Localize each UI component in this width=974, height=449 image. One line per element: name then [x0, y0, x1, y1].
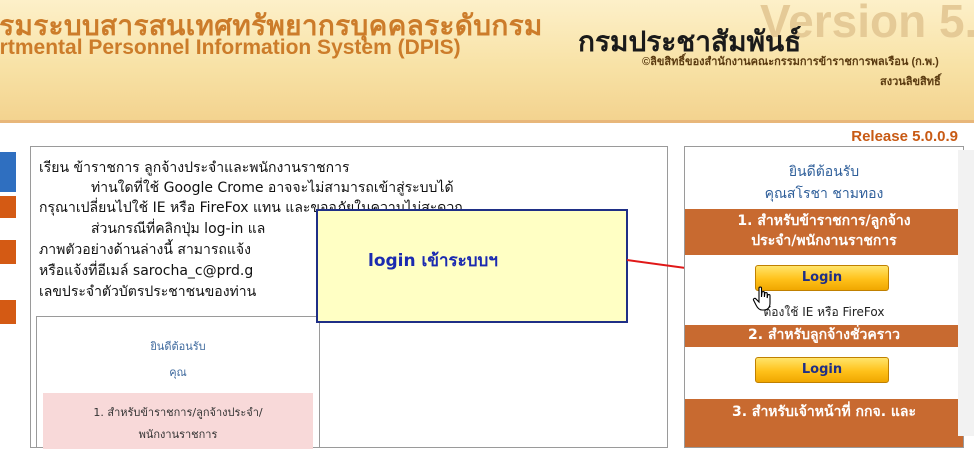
section-header-temporary-employee: 2. สำหรับลูกจ้างชั่วคราว: [685, 325, 963, 347]
notice-line: ท่านใดที่ใช้ Google Crome อาจจะไม่สามารถ…: [91, 180, 454, 196]
notice-line: ส่วนกรณีที่คลิกปุ่ม log-in แล: [91, 221, 266, 237]
login-button-temporary-employee[interactable]: Login: [755, 357, 889, 383]
left-nav-tab[interactable]: [0, 196, 16, 218]
login-panel: ยินดีต้อนรับ คุณสโรชา ชามทอง 1. สำหรับข้…: [684, 146, 964, 448]
mini-welcome: ยินดีต้อนรับ: [150, 340, 206, 353]
vertical-scrollbar[interactable]: [958, 150, 974, 436]
login-button-civil-servant[interactable]: Login: [755, 265, 889, 291]
notice-line: เลขประจำตัวบัตรประชาชนของท่าน: [39, 284, 257, 300]
system-title-english: artmental Personnel Information System (…: [0, 36, 461, 59]
notice-line: หรือแจ้งที่อีเมล์ sarocha_c@prd.g: [39, 263, 254, 279]
notice-line: ภาพตัวอย่างด้านล่างนี้ สามารถแจ้ง: [39, 242, 251, 258]
browser-note: ต้องใช้ IE หรือ FireFox: [763, 305, 885, 319]
example-screenshot-card: ยินดีต้อนรับ คุณ 1. สำหรับข้าราชการ/ลูกจ…: [36, 316, 320, 449]
header-banner: Version 5.0 เกรมระบบสารสนเทศทรัพยากรบุคค…: [0, 0, 974, 120]
release-label: Release 5.0.0.9: [851, 128, 958, 145]
mini-option-line: 1. สำหรับข้าราชการ/ลูกจ้างประจำ/: [93, 406, 263, 419]
left-nav-tab[interactable]: [0, 240, 16, 264]
section-header-staff: 3. สำหรับเจ้าหน้าที่ กกจ. และ: [685, 399, 963, 447]
callout-text: login เข้าระบบฯ: [368, 251, 498, 271]
left-nav-tab[interactable]: [0, 300, 16, 324]
notice-line: เรียน ข้าราชการ ลูกจ้างประจำและพนักงานรา…: [39, 160, 350, 176]
copyright-text: ©ลิขสิทธิ์ของสำนักงานคณะกรรมการข้าราชการ…: [642, 56, 939, 68]
reserved-text: สงวนลิขสิทธิ์: [880, 76, 941, 88]
mini-user-name: คุณ: [169, 366, 187, 379]
section-header-line: 1. สำหรับข้าราชการ/ลูกจ้าง: [737, 213, 911, 229]
welcome-text: ยินดีต้อนรับ: [788, 164, 860, 180]
hand-cursor-icon: [752, 286, 771, 311]
section-header-civil-servant: 1. สำหรับข้าราชการ/ลูกจ้าง ประจำ/พนักงาน…: [685, 209, 963, 255]
section-header-line: ประจำ/พนักงานราชการ: [751, 233, 897, 249]
mini-option-box: 1. สำหรับข้าราชการ/ลูกจ้างประจำ/ พนักงาน…: [43, 393, 313, 449]
left-nav-tab[interactable]: [0, 152, 16, 192]
user-name: คุณสโรชา ชามทอง: [764, 186, 884, 202]
mini-option-line: พนักงานราชการ: [138, 428, 218, 441]
callout-box: login เข้าระบบฯ: [316, 209, 628, 323]
